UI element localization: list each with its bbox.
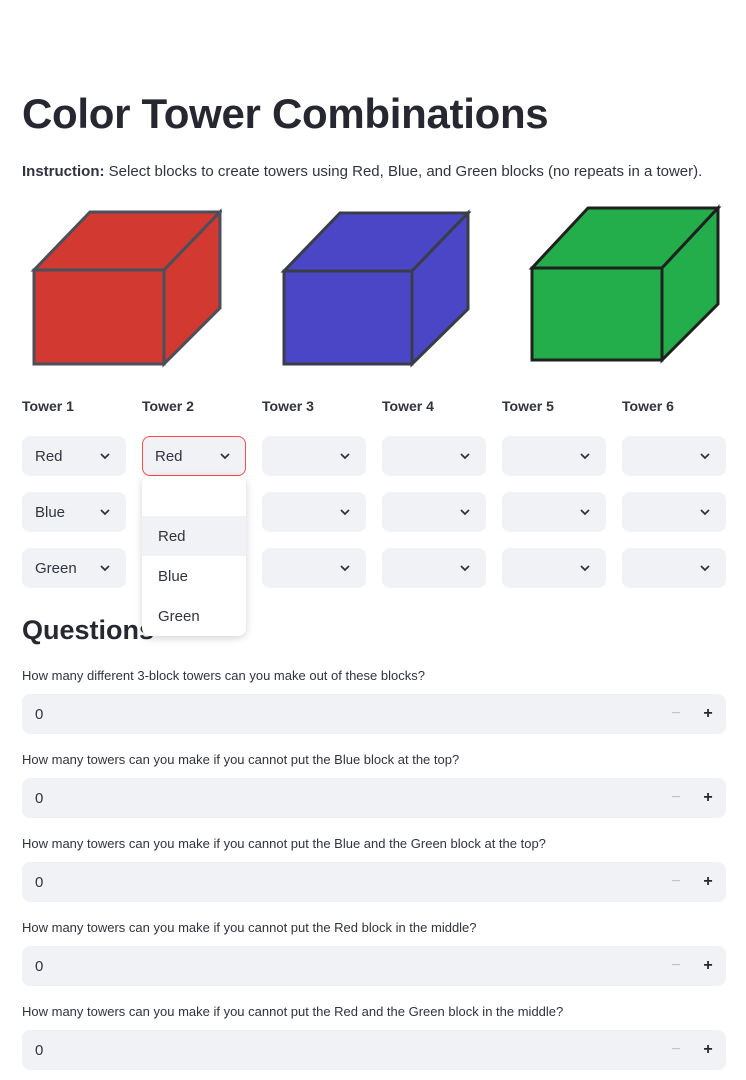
increment-button[interactable]: + — [700, 956, 716, 976]
tower-6-block-1-select[interactable] — [622, 436, 726, 476]
tower-4-block-3-select[interactable] — [382, 548, 486, 588]
tower-4-block-2-select[interactable] — [382, 492, 486, 532]
tower-6-block-3-select[interactable] — [622, 548, 726, 588]
question-4-number-input[interactable]: 0 − + — [22, 946, 726, 986]
chevron-down-icon — [580, 453, 590, 460]
increment-button[interactable]: + — [700, 704, 716, 724]
question-1-value[interactable]: 0 — [22, 706, 43, 723]
tower-4-block-1-select[interactable] — [382, 436, 486, 476]
select-value: Red — [35, 447, 63, 465]
tower-header-6: Tower 6 — [622, 398, 674, 414]
chevron-down-icon — [100, 565, 110, 572]
question-1-label: How many different 3-block towers can yo… — [22, 668, 425, 683]
chevron-down-icon — [340, 453, 350, 460]
tower-header-1: Tower 1 — [22, 398, 74, 414]
chevron-down-icon — [700, 453, 710, 460]
tower-header-2: Tower 2 — [142, 398, 194, 414]
chevron-down-icon — [460, 565, 470, 572]
instruction-label: Instruction: — [22, 163, 105, 180]
decrement-button[interactable]: − — [668, 1040, 684, 1060]
chevron-down-icon — [220, 453, 230, 460]
question-3-value[interactable]: 0 — [22, 874, 43, 891]
question-4-value[interactable]: 0 — [22, 958, 43, 975]
tower-2-dropdown-menu: Red Blue Green — [142, 476, 246, 636]
decrement-button[interactable]: − — [668, 704, 684, 724]
chevron-down-icon — [460, 453, 470, 460]
tower-2-block-1-select[interactable]: Red — [142, 436, 246, 476]
question-3-number-input[interactable]: 0 − + — [22, 862, 726, 902]
question-5-number-input[interactable]: 0 − + — [22, 1030, 726, 1070]
tower-3-block-2-select[interactable] — [262, 492, 366, 532]
chevron-down-icon — [100, 453, 110, 460]
chevron-down-icon — [580, 509, 590, 516]
tower-header-3: Tower 3 — [262, 398, 314, 414]
question-2-value[interactable]: 0 — [22, 790, 43, 807]
tower-1-block-1-select[interactable]: Red — [22, 436, 126, 476]
select-value: Blue — [35, 503, 66, 521]
chevron-down-icon — [700, 565, 710, 572]
chevron-down-icon — [340, 565, 350, 572]
tower-5-block-2-select[interactable] — [502, 492, 606, 532]
tower-header-5: Tower 5 — [502, 398, 554, 414]
increment-button[interactable]: + — [700, 1040, 716, 1060]
blue-cube-image — [280, 209, 472, 368]
dropdown-option-red[interactable]: Red — [142, 516, 246, 556]
decrement-button[interactable]: − — [668, 956, 684, 976]
question-5-value[interactable]: 0 — [22, 1042, 43, 1059]
select-value: Green — [35, 559, 77, 577]
tower-5-block-3-select[interactable] — [502, 548, 606, 588]
green-cube-image — [528, 204, 722, 364]
question-2-number-input[interactable]: 0 − + — [22, 778, 726, 818]
questions-heading: Questions — [22, 615, 155, 645]
question-3-label: How many towers can you make if you cann… — [22, 836, 546, 851]
decrement-button[interactable]: − — [668, 872, 684, 892]
tower-5-block-1-select[interactable] — [502, 436, 606, 476]
decrement-button[interactable]: − — [668, 788, 684, 808]
instruction-text: Select blocks to create towers using Red… — [104, 163, 703, 180]
question-5-label: How many towers can you make if you cann… — [22, 1004, 564, 1019]
question-1-number-input[interactable]: 0 − + — [22, 694, 726, 734]
tower-1-block-2-select[interactable]: Blue — [22, 492, 126, 532]
dropdown-option-green[interactable]: Green — [142, 596, 246, 636]
chevron-down-icon — [100, 509, 110, 516]
dropdown-option-blue[interactable]: Blue — [142, 556, 246, 596]
increment-button[interactable]: + — [700, 872, 716, 892]
red-cube-image — [30, 208, 222, 368]
question-4-label: How many towers can you make if you cann… — [22, 920, 477, 935]
instruction: Instruction: Select blocks to create tow… — [22, 163, 702, 180]
tower-header-4: Tower 4 — [382, 398, 434, 414]
tower-6-block-2-select[interactable] — [622, 492, 726, 532]
increment-button[interactable]: + — [700, 788, 716, 808]
page-title: Color Tower Combinations — [22, 90, 549, 137]
chevron-down-icon — [460, 509, 470, 516]
tower-3-block-1-select[interactable] — [262, 436, 366, 476]
dropdown-option-empty[interactable] — [142, 476, 246, 516]
tower-3-block-3-select[interactable] — [262, 548, 366, 588]
chevron-down-icon — [340, 509, 350, 516]
select-value: Red — [155, 447, 183, 465]
tower-1-block-3-select[interactable]: Green — [22, 548, 126, 588]
chevron-down-icon — [580, 565, 590, 572]
question-2-label: How many towers can you make if you cann… — [22, 752, 460, 767]
chevron-down-icon — [700, 509, 710, 516]
